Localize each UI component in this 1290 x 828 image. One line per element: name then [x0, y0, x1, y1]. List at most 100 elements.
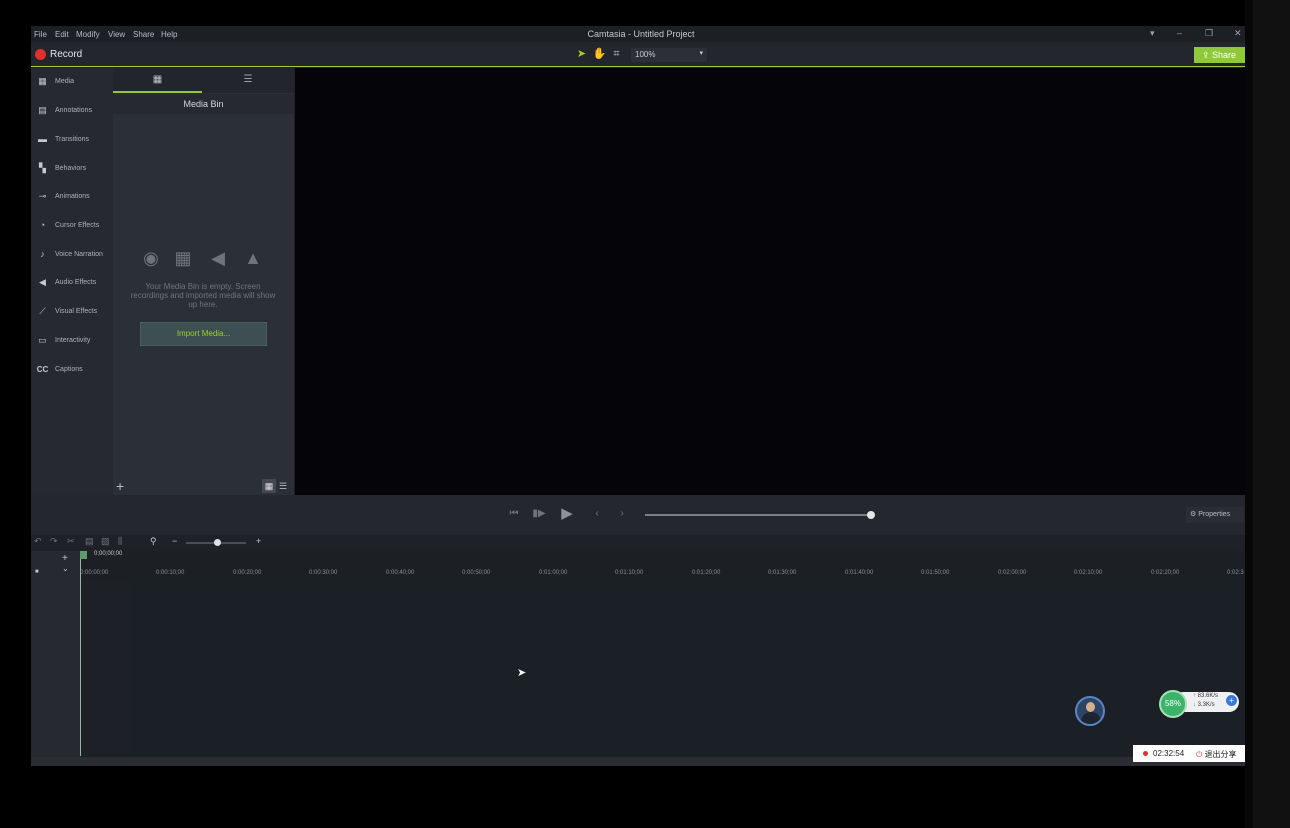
prev-icon[interactable]: ‹ — [590, 507, 604, 521]
pan-tool-icon[interactable]: ✋ — [592, 47, 607, 62]
sidebar-item-visual-effects[interactable]: ⟋ Visual Effects — [31, 302, 113, 322]
timeline-zoom-handle[interactable] — [214, 539, 221, 546]
tick-label: 0:01:30;00 — [768, 570, 797, 576]
add-icon[interactable]: + — [116, 478, 124, 494]
plus-icon[interactable]: + — [1226, 695, 1237, 706]
sidebar-item-transitions[interactable]: ▬ Transitions — [31, 130, 113, 150]
dropdown-icon[interactable]: ▾ — [1150, 28, 1155, 39]
copy-icon[interactable]: ▤ — [85, 536, 94, 547]
playback-bar: ⏮ ▮▶ ▶ ‹ › ⚙ Properties — [31, 495, 1245, 535]
add-track-icon[interactable]: + — [62, 553, 68, 564]
list-view-icon[interactable]: ☰ — [279, 479, 291, 493]
undo-icon[interactable]: ↶ — [34, 536, 42, 547]
status-strip — [31, 757, 1245, 766]
sidebar-item-label: Visual Effects — [55, 308, 98, 315]
sidebar-item-captions[interactable]: CC Captions — [31, 360, 113, 380]
grid-view-icon[interactable]: ▦ — [262, 479, 276, 493]
sidebar-item-animations[interactable]: ⊸ Animations — [31, 187, 113, 207]
sidebar-item-voice-narration[interactable]: ♪ Voice Narration — [31, 245, 113, 265]
media-panel: ▦ ☰ Media Bin ◉ ▦ ◀ ▲ Your Media Bin is … — [113, 68, 294, 495]
restore-icon[interactable]: ❐ — [1205, 28, 1213, 39]
tick-label: 0:00:00;00 — [80, 570, 109, 576]
next-icon[interactable]: › — [615, 507, 629, 521]
sidebar-item-cursor-effects[interactable]: ◔ Cursor Effects — [31, 216, 113, 236]
mouse-cursor-icon: ➤ — [517, 667, 527, 679]
preview-canvas[interactable] — [295, 68, 1245, 495]
film-icon: ▦ — [174, 248, 192, 268]
scrub-track[interactable] — [645, 514, 871, 516]
network-monitor-widget[interactable]: 58% ↑ 83.6K/s ↓ 3.3K/s + — [1159, 690, 1239, 718]
power-icon: ⏻ — [1196, 750, 1205, 759]
sidebar-item-label: Audio Effects — [55, 279, 97, 286]
scrub-handle[interactable] — [867, 511, 875, 519]
properties-label: Properties — [1198, 511, 1231, 518]
tick-label: 0:01:00;00 — [539, 570, 568, 576]
play-icon[interactable]: ▶ — [560, 506, 574, 521]
annotation-icon: ▤ — [38, 105, 47, 115]
tick-label: 0:01:20;00 — [692, 570, 721, 576]
upload-speed: ↑ 83.6K/s — [1193, 693, 1218, 699]
split-icon[interactable]: ⫼ — [118, 536, 122, 547]
sidebar-item-interactivity[interactable]: ▭ Interactivity — [31, 331, 113, 351]
track-marker-icon: ■ — [35, 569, 39, 575]
properties-button[interactable]: ⚙ Properties — [1186, 507, 1244, 523]
zoom-out-icon[interactable]: − — [172, 536, 177, 546]
tab-media-bin[interactable]: ▦ — [113, 68, 202, 93]
import-media-button[interactable]: Import Media... — [140, 322, 267, 346]
zoom-value: 100% — [635, 50, 656, 59]
tick-label: 0:02:3 — [1227, 570, 1244, 576]
tick-label: 0:01:40;00 — [845, 570, 874, 576]
paste-icon[interactable]: ▨ — [101, 536, 110, 547]
tick-label: 0:00:50;00 — [462, 570, 491, 576]
playhead-handle[interactable] — [80, 551, 87, 559]
crop-tool-icon[interactable]: ⌗ — [609, 47, 624, 62]
gear-icon: ⚙ — [1190, 511, 1199, 518]
tab-library[interactable]: ☰ — [202, 68, 294, 93]
sidebar-item-label: Interactivity — [55, 337, 91, 344]
step-back-icon[interactable]: ⏮ — [507, 507, 521, 521]
share-button[interactable]: ⇪ Share — [1194, 47, 1245, 63]
sidebar-item-annotations[interactable]: ▤ Annotations — [31, 101, 113, 121]
frame-back-icon[interactable]: ▮▶ — [532, 507, 546, 521]
timeline-ruler[interactable]: 0:00:00;00 0:00:10;00 0:00:20;00 0:00:30… — [80, 551, 1245, 580]
avatar-head — [1086, 702, 1095, 712]
sidebar-item-behaviors[interactable]: ▚ Behaviors — [31, 159, 113, 179]
timeline-toolbar: ↶ ↷ ✂ ▤ ▨ ⫼ ⚲ − + — [31, 535, 1245, 551]
zoom-in-icon[interactable]: + — [256, 536, 261, 546]
screen-share-status: 02:32:54 ⏻ 退出分享 — [1133, 745, 1245, 762]
animation-icon: ⊸ — [38, 191, 47, 201]
avatar[interactable] — [1075, 696, 1105, 726]
minimize-icon[interactable]: – — [1177, 28, 1182, 38]
avatar-body — [1081, 712, 1101, 724]
cursor-icon: ◔ — [39, 220, 46, 230]
media-bin-title: Media Bin — [113, 94, 294, 114]
tick-label: 0:00:30;00 — [309, 570, 338, 576]
redo-icon[interactable]: ↷ — [50, 536, 58, 547]
tick-label: 0:00:10;00 — [156, 570, 185, 576]
download-speed: ↓ 3.3K/s — [1193, 702, 1215, 708]
share-icon: ⇪ — [1202, 50, 1213, 60]
speaker-icon: ◀ — [211, 248, 225, 268]
zoom-select[interactable]: 100% ▾ — [631, 48, 707, 62]
wand-icon: ⟋ — [39, 306, 46, 316]
media-panel-tabs: ▦ ☰ — [113, 68, 294, 93]
sidebar-item-label: Annotations — [55, 107, 92, 114]
tick-label: 0:00:20;00 — [233, 570, 262, 576]
cut-icon[interactable]: ✂ — [67, 536, 75, 547]
search-icon[interactable]: ⚲ — [150, 536, 157, 547]
sidebar-item-media[interactable]: ▦ Media — [31, 72, 113, 92]
exit-share-button[interactable]: ⏻ 退出分享 — [1196, 749, 1237, 760]
share-duration: 02:32:54 — [1153, 749, 1185, 758]
cpu-usage: 58% — [1159, 690, 1187, 718]
playhead-line[interactable] — [80, 556, 81, 756]
interactivity-icon: ▭ — [38, 335, 47, 345]
tick-label: 0:00:40;00 — [386, 570, 415, 576]
timeline-tracks[interactable] — [80, 580, 1245, 757]
chevron-down-icon[interactable]: ⌄ — [62, 564, 69, 573]
sidebar-item-audio-effects[interactable]: ◀ Audio Effects — [31, 273, 113, 293]
record-label: Record — [50, 49, 83, 60]
pointer-tool-icon[interactable]: ➤ — [574, 47, 589, 62]
tools-sidebar: ▦ Media ▤ Annotations ▬ Transitions ▚ Behavi… — [31, 68, 113, 495]
recording-dot-icon — [1143, 751, 1148, 756]
close-icon[interactable]: ✕ — [1234, 28, 1242, 39]
